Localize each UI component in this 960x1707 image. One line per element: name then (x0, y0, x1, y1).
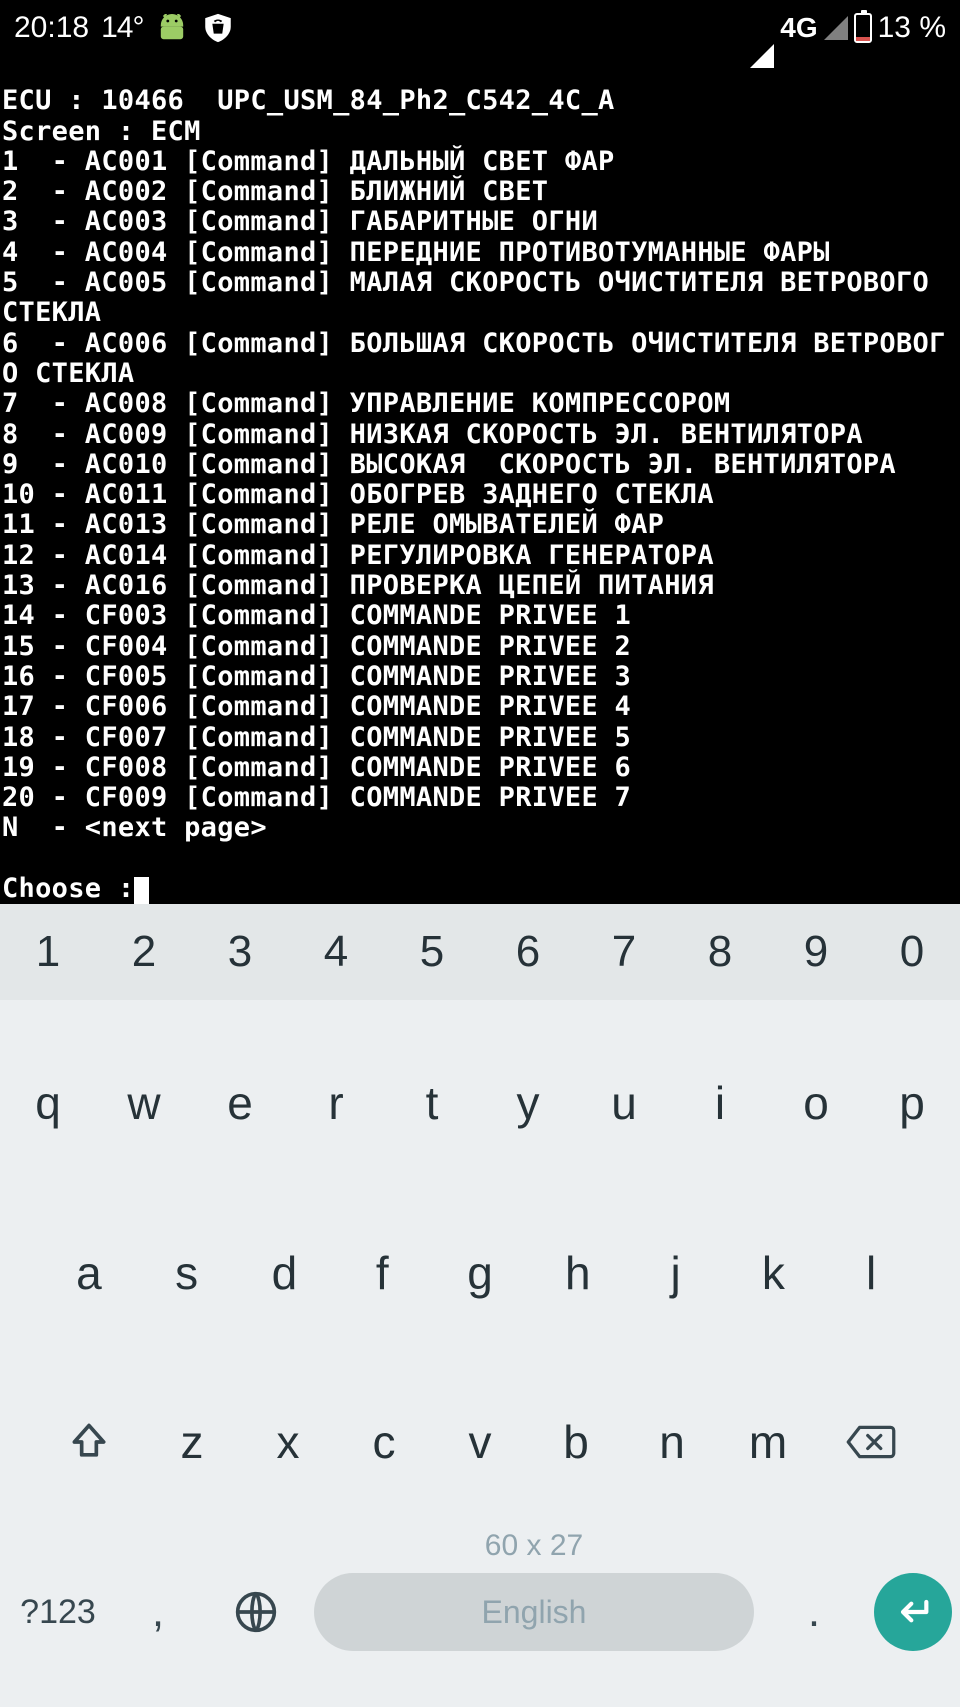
key-r[interactable]: r (288, 1076, 384, 1130)
backspace-key[interactable] (816, 1422, 926, 1462)
comma-key[interactable]: , (108, 1587, 208, 1637)
keyboard-row-3: zxcvbnm (0, 1387, 960, 1497)
key-f[interactable]: f (333, 1246, 431, 1300)
symbols-key[interactable]: ?123 (8, 1593, 108, 1632)
key-i[interactable]: i (672, 1076, 768, 1130)
key-k[interactable]: k (724, 1246, 822, 1300)
key-7[interactable]: 7 (576, 927, 672, 977)
key-q[interactable]: q (0, 1076, 96, 1130)
shift-key[interactable] (34, 1420, 144, 1464)
key-a[interactable]: a (40, 1246, 138, 1300)
language-key[interactable] (208, 1590, 304, 1634)
key-o[interactable]: o (768, 1076, 864, 1130)
space-key[interactable]: 60 x 27 English (314, 1573, 754, 1651)
terminal-dimensions: 60 x 27 (485, 1529, 583, 1563)
status-temperature: 14° (101, 11, 143, 45)
key-1[interactable]: 1 (0, 927, 96, 977)
keyboard-row-1: qwertyuiop (0, 1048, 960, 1158)
screen-line: Screen : ECM (2, 116, 201, 147)
keyboard-row-2: asdfghjkl (0, 1218, 960, 1328)
signal-icon-1 (750, 11, 774, 45)
key-2[interactable]: 2 (96, 927, 192, 977)
key-e[interactable]: e (192, 1076, 288, 1130)
key-c[interactable]: c (336, 1415, 432, 1469)
key-5[interactable]: 5 (384, 927, 480, 977)
terminal-output[interactable]: ECU : 10466 UPC_USM_84_Ph2_C542_4C_A Scr… (0, 56, 960, 904)
terminal-items: 1 - AC001 [Command] ДАЛЬНЫЙ СВЕТ ФАР 2 -… (2, 146, 946, 844)
terminal-cursor[interactable] (134, 877, 149, 904)
key-v[interactable]: v (432, 1415, 528, 1469)
key-4[interactable]: 4 (288, 927, 384, 977)
battery-icon (854, 13, 872, 43)
key-0[interactable]: 0 (864, 927, 960, 977)
key-g[interactable]: g (431, 1246, 529, 1300)
key-9[interactable]: 9 (768, 927, 864, 977)
signal-icon-2 (824, 16, 848, 40)
key-p[interactable]: p (864, 1076, 960, 1130)
key-l[interactable]: l (822, 1246, 920, 1300)
status-left: 20:18 14° (14, 11, 235, 45)
android-icon (155, 14, 189, 42)
key-3[interactable]: 3 (192, 927, 288, 977)
battery-percent: 13 % (878, 11, 946, 45)
status-time: 20:18 (14, 11, 89, 45)
terminal-prompt: Choose : (2, 873, 134, 904)
key-z[interactable]: z (144, 1415, 240, 1469)
key-s[interactable]: s (138, 1246, 236, 1300)
key-t[interactable]: t (384, 1076, 480, 1130)
key-w[interactable]: w (96, 1076, 192, 1130)
period-key[interactable]: . (764, 1587, 864, 1637)
key-h[interactable]: h (529, 1246, 627, 1300)
keyboard-row-4: ?123 , 60 x 27 English . (0, 1557, 960, 1667)
network-type: 4G (780, 12, 817, 44)
key-6[interactable]: 6 (480, 927, 576, 977)
key-u[interactable]: u (576, 1076, 672, 1130)
key-y[interactable]: y (480, 1076, 576, 1130)
key-x[interactable]: x (240, 1415, 336, 1469)
key-j[interactable]: j (627, 1246, 725, 1300)
key-n[interactable]: n (624, 1415, 720, 1469)
key-m[interactable]: m (720, 1415, 816, 1469)
enter-key[interactable] (874, 1573, 952, 1651)
keyboard: 1234567890 qwertyuiop asdfghjkl zxcvbnm … (0, 904, 960, 1707)
keyboard-number-row: 1234567890 (0, 904, 960, 1000)
status-bar: 20:18 14° 4G 13 % (0, 0, 960, 56)
key-b[interactable]: b (528, 1415, 624, 1469)
ecu-line: ECU : 10466 UPC_USM_84_Ph2_C542_4C_A (2, 85, 615, 116)
key-8[interactable]: 8 (672, 927, 768, 977)
shield-icon (201, 11, 235, 45)
status-right: 4G 13 % (750, 11, 946, 45)
key-d[interactable]: d (236, 1246, 334, 1300)
keyboard-language: English (482, 1594, 587, 1631)
